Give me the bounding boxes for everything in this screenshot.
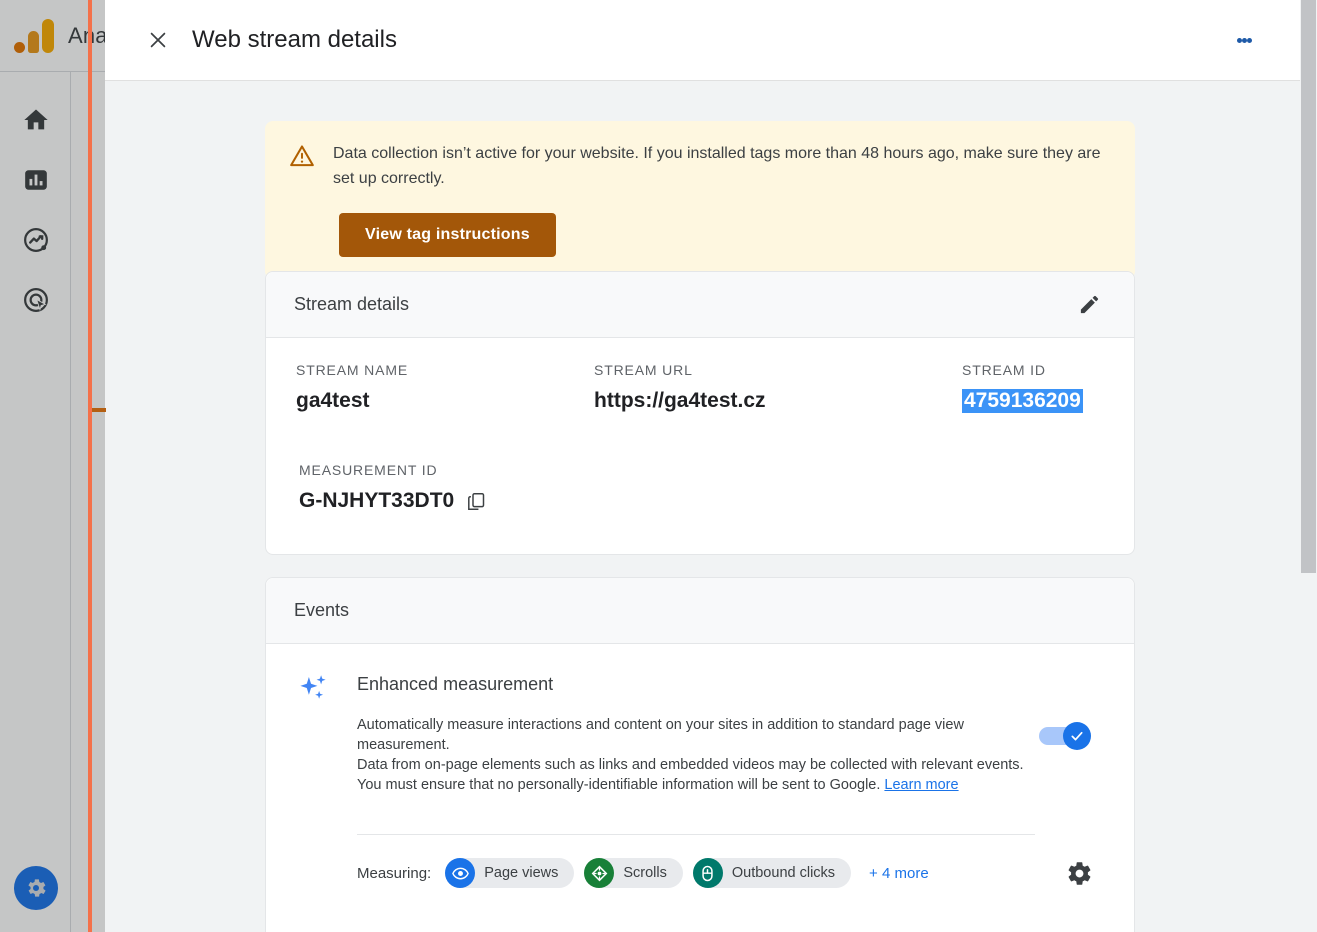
screen-root: Analytics bbox=[0, 0, 1317, 932]
stream-details-card-header: Stream details bbox=[266, 272, 1134, 338]
banner-message: Data collection isn’t active for your we… bbox=[333, 145, 1101, 187]
chip-label: Page views bbox=[484, 865, 559, 881]
modal-header: Web stream details bbox=[105, 0, 1302, 81]
measuring-chips-row: Measuring: Page views Scrolls Outbound c… bbox=[357, 858, 1077, 888]
data-collection-warning-banner: Data collection isn’t active for your we… bbox=[265, 121, 1135, 279]
annotation-vertical-line bbox=[88, 0, 92, 932]
chip-label: Scrolls bbox=[623, 865, 667, 881]
chip-scrolls[interactable]: Scrolls bbox=[584, 858, 683, 888]
vertical-scrollbar[interactable] bbox=[1300, 0, 1317, 932]
annotation-tick-mark bbox=[92, 408, 106, 412]
enhanced-measurement-description: Automatically measure interactions and c… bbox=[357, 715, 1035, 795]
stream-details-card: Stream details STREAM NAME ga4test STREA… bbox=[265, 271, 1135, 832]
measuring-label: Measuring: bbox=[357, 864, 432, 882]
field-label: STREAM URL bbox=[594, 362, 693, 378]
page-title: Web stream details bbox=[192, 26, 397, 53]
pencil-edit-icon[interactable] bbox=[1072, 288, 1106, 322]
events-title: Events bbox=[294, 600, 350, 620]
stream-details-fields: STREAM NAME ga4test STREAM URL https://g… bbox=[266, 338, 1134, 555]
description-line-1: Automatically measure interactions and c… bbox=[357, 717, 964, 753]
more-measuring-link[interactable]: + 4 more bbox=[869, 865, 929, 882]
enhanced-measurement-toggle[interactable] bbox=[1039, 722, 1091, 750]
kebab-dot bbox=[1236, 37, 1242, 43]
toggle-knob bbox=[1063, 722, 1091, 750]
mouse-icon bbox=[692, 858, 723, 888]
scroll-diamond-icon bbox=[584, 858, 615, 888]
sparkle-icon bbox=[297, 671, 331, 710]
field-label: STREAM ID bbox=[962, 362, 1046, 378]
field-stream-name: STREAM NAME ga4test bbox=[296, 362, 408, 413]
web-stream-details-modal: Web stream details Data collection isn’t… bbox=[105, 0, 1302, 932]
field-stream-id: STREAM ID 4759136209 bbox=[962, 362, 1083, 413]
chip-outbound-clicks[interactable]: Outbound clicks bbox=[692, 858, 852, 888]
field-measurement-id: MEASUREMENT ID G-NJHYT33DT0 bbox=[299, 462, 487, 513]
field-value-selected[interactable]: 4759136209 bbox=[962, 389, 1083, 413]
enhanced-measurement-section: Enhanced measurement Automatically measu… bbox=[266, 644, 1134, 932]
stream-details-title: Stream details bbox=[294, 294, 410, 314]
learn-more-link[interactable]: Learn more bbox=[884, 777, 958, 793]
field-label: STREAM NAME bbox=[296, 362, 409, 378]
check-icon bbox=[1071, 731, 1083, 741]
field-value: G-NJHYT33DT0 bbox=[299, 489, 455, 512]
field-label: MEASUREMENT ID bbox=[299, 462, 438, 478]
section-divider bbox=[357, 834, 1035, 835]
field-value: ga4test bbox=[296, 389, 370, 412]
chip-page-views[interactable]: Page views bbox=[445, 858, 575, 888]
eye-icon bbox=[445, 858, 476, 888]
kebab-dot bbox=[1246, 37, 1252, 43]
kebab-dot bbox=[1241, 37, 1247, 43]
events-card-header: Events bbox=[266, 578, 1134, 644]
enhanced-measurement-settings-button[interactable] bbox=[1059, 853, 1099, 893]
field-value: https://ga4test.cz bbox=[594, 389, 766, 412]
copy-icon[interactable] bbox=[466, 491, 487, 512]
modal-body: Data collection isn’t active for your we… bbox=[105, 81, 1302, 932]
chip-label: Outbound clicks bbox=[731, 865, 836, 881]
events-card: Events Enhanced measurement Automaticall… bbox=[265, 577, 1135, 932]
enhanced-measurement-title: Enhanced measurement bbox=[357, 674, 554, 694]
close-x-icon bbox=[150, 32, 166, 48]
gear-icon bbox=[1068, 861, 1090, 885]
warning-triangle-icon bbox=[289, 143, 315, 174]
field-stream-url: STREAM URL https://ga4test.cz bbox=[594, 362, 766, 413]
close-icon[interactable] bbox=[140, 22, 176, 58]
view-tag-instructions-button[interactable]: View tag instructions bbox=[339, 213, 556, 257]
scrollbar-thumb[interactable] bbox=[1301, 0, 1316, 573]
overflow-menu-icon[interactable] bbox=[1226, 22, 1262, 58]
